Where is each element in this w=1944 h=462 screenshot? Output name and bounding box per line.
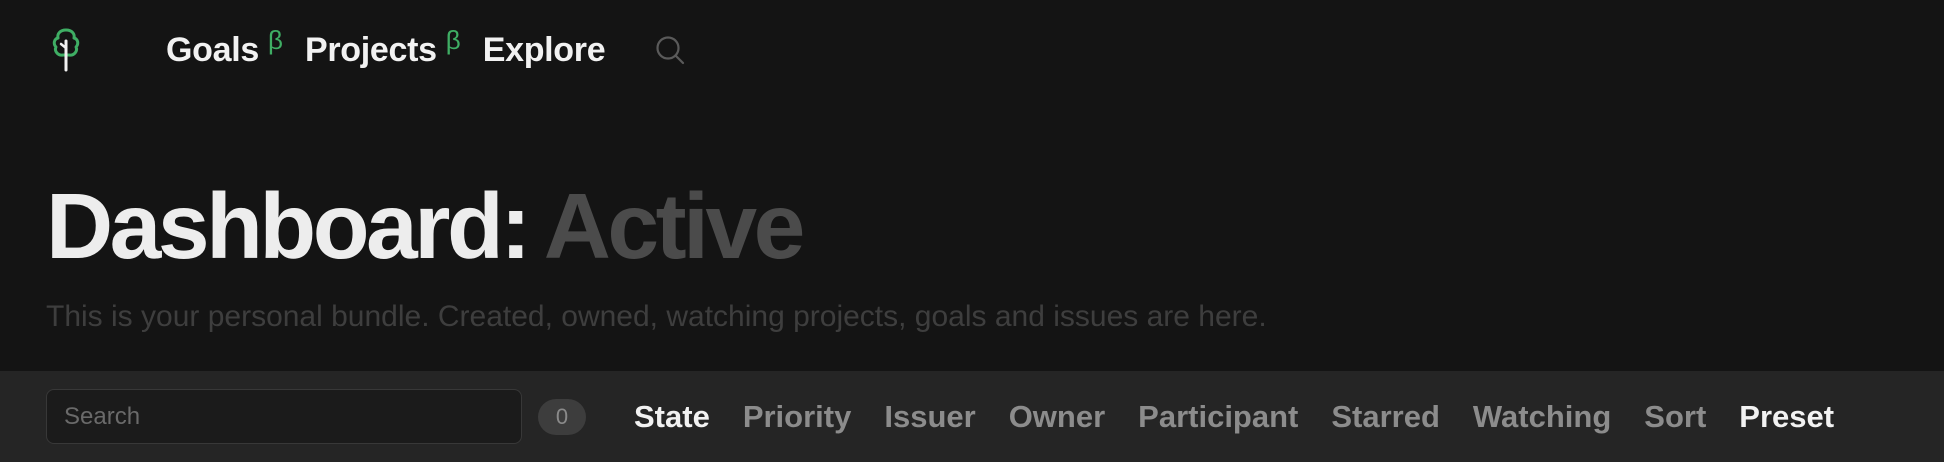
tree-icon[interactable]	[46, 24, 86, 74]
page: Goals β Projects β Explore Dashboard: Ac…	[0, 0, 1944, 462]
results-count-badge: 0	[538, 398, 586, 435]
filter-list: State Priority Issuer Owner Participant …	[634, 399, 1867, 435]
nav-projects[interactable]: Projects β	[304, 25, 461, 70]
page-heading: Dashboard: Active This is your personal …	[46, 174, 1267, 334]
nav-projects-beta-badge: β	[445, 24, 461, 55]
nav-goals[interactable]: Goals β	[166, 25, 283, 70]
filter-state[interactable]: State	[634, 399, 710, 435]
page-title-main: Dashboard:	[46, 174, 531, 278]
filter-starred[interactable]: Starred	[1331, 399, 1440, 435]
filter-sort[interactable]: Sort	[1644, 399, 1706, 435]
nav-explore[interactable]: Explore	[483, 31, 606, 70]
filter-priority[interactable]: Priority	[743, 399, 852, 435]
nav-goals-beta-badge: β	[267, 24, 283, 55]
filter-owner[interactable]: Owner	[1009, 399, 1105, 435]
tree-logo-svg	[52, 28, 80, 72]
top-header: Goals β Projects β Explore	[0, 0, 1944, 104]
filter-issuer[interactable]: Issuer	[884, 399, 975, 435]
page-title: Dashboard: Active	[46, 174, 806, 278]
nav-goals-label: Goals	[166, 30, 259, 69]
filter-participant[interactable]: Participant	[1138, 399, 1298, 435]
filter-preset[interactable]: Preset	[1739, 399, 1834, 435]
search-input[interactable]	[46, 389, 522, 444]
main-nav: Goals β Projects β Explore	[166, 25, 687, 70]
page-description: This is your personal bundle. Created, o…	[46, 300, 1267, 333]
page-title-preset: Active	[543, 174, 806, 278]
filter-watching[interactable]: Watching	[1473, 399, 1611, 435]
nav-projects-label: Projects	[304, 30, 437, 69]
filter-bar: 0 State Priority Issuer Owner Participan…	[0, 371, 1944, 462]
nav-explore-label: Explore	[482, 30, 606, 69]
search-icon[interactable]	[653, 33, 687, 67]
search-icon-svg	[656, 36, 685, 65]
